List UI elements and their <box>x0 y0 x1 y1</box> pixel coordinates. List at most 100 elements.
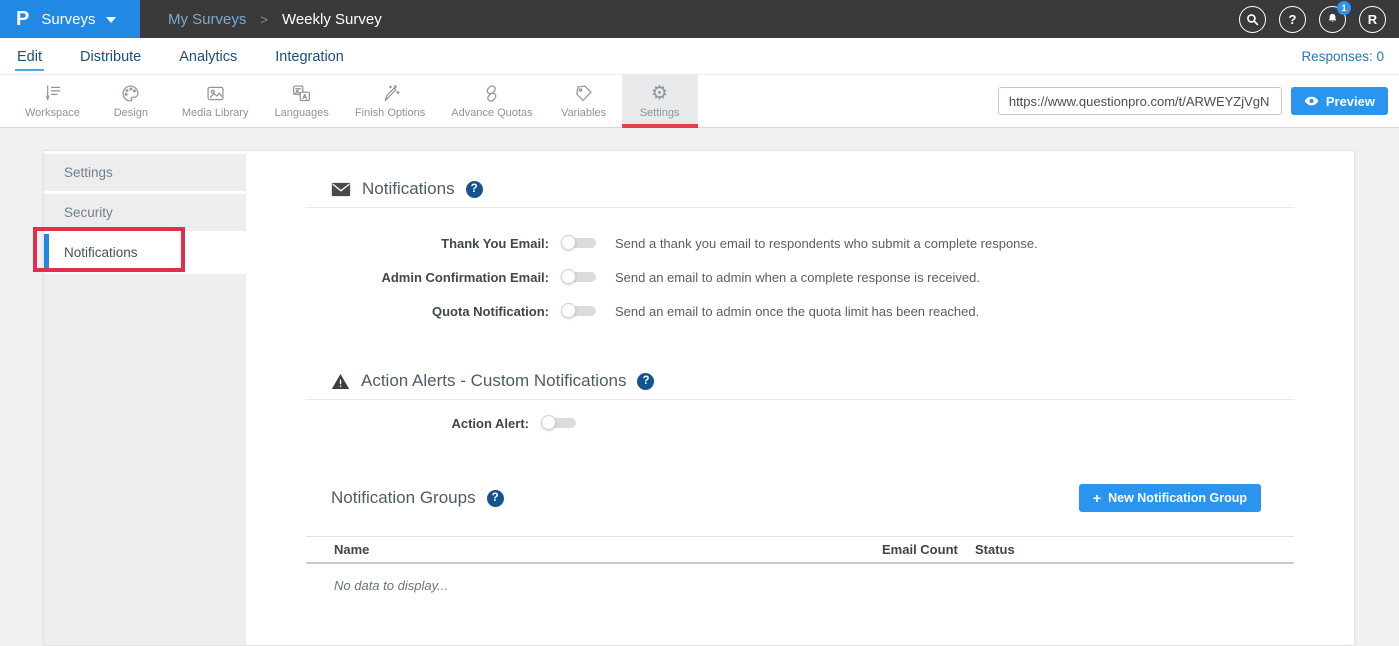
toggle-knob <box>561 235 576 250</box>
toolbar-item-design[interactable]: Design <box>93 75 169 127</box>
toggle-label: Quota Notification: <box>306 304 549 319</box>
toolbar-item-media-library[interactable]: Media Library <box>169 75 262 127</box>
action-alerts-section: Action Alerts - Custom Notifications ? A… <box>306 363 1294 438</box>
toggle-label: Action Alert: <box>306 416 529 431</box>
action-alert-row: Action Alert: <box>306 408 1294 438</box>
toolbar-item-advance-quotas[interactable]: Advance Quotas <box>438 75 545 127</box>
magic-pen-icon <box>380 83 401 104</box>
toolbar-item-label: Advance Quotas <box>451 107 532 119</box>
empty-table-message: No data to display... <box>306 564 1294 593</box>
thank-you-email-toggle[interactable] <box>561 235 597 251</box>
help-icon[interactable]: ? <box>487 490 504 507</box>
toolbar-right: Preview <box>998 75 1399 127</box>
palette-icon <box>120 83 141 104</box>
tab-edit[interactable]: Edit <box>15 41 44 71</box>
notifications-section-header: Notifications ? <box>306 171 1294 207</box>
question-mark-icon: ? <box>1289 12 1297 27</box>
table-header-row: Name Email Count Status <box>306 536 1294 564</box>
column-header-email-count: Email Count <box>882 542 975 557</box>
toggle-description: Send an email to admin once the quota li… <box>615 304 979 319</box>
toggle-knob <box>561 269 576 284</box>
topbar-actions: ? 1 R <box>1239 6 1399 33</box>
column-header-name: Name <box>334 542 882 557</box>
edit-toolbar: Workspace Design Media Library Languages… <box>0 75 1399 128</box>
tab-analytics[interactable]: Analytics <box>177 41 239 71</box>
toolbar-item-variables[interactable]: Variables <box>546 75 622 127</box>
settings-content: Settings Security Notifications Notifica… <box>0 128 1399 626</box>
toolbar-item-settings[interactable]: ⚙ Settings <box>622 75 698 127</box>
help-button[interactable]: ? <box>1279 6 1306 33</box>
notification-groups-header: Notification Groups ? + New Notification… <box>306 484 1294 512</box>
toolbar-item-label: Languages <box>274 107 328 119</box>
notifications-button[interactable]: 1 <box>1319 6 1346 33</box>
notifications-panel: Notifications ? Thank You Email: Send a … <box>246 151 1354 645</box>
chevron-down-icon <box>106 17 116 23</box>
avatar-initial: R <box>1368 12 1377 27</box>
user-avatar[interactable]: R <box>1359 6 1386 33</box>
brand-area[interactable]: P Surveys <box>0 0 140 38</box>
sidebar-item-label: Notifications <box>64 245 138 260</box>
toolbar-item-label: Variables <box>561 107 606 119</box>
toggle-description: Send an email to admin when a complete r… <box>615 270 980 285</box>
settings-card: Settings Security Notifications Notifica… <box>43 150 1355 646</box>
thank-you-email-row: Thank You Email: Send a thank you email … <box>306 226 1294 260</box>
bell-icon <box>1326 12 1339 26</box>
toolbar-item-label: Design <box>114 107 148 119</box>
toggle-label: Thank You Email: <box>306 236 549 251</box>
preview-button-label: Preview <box>1326 94 1375 109</box>
help-icon[interactable]: ? <box>466 181 483 198</box>
section-title: Action Alerts - Custom Notifications <box>361 371 626 391</box>
settings-sidebar: Settings Security Notifications <box>44 151 246 645</box>
image-icon <box>205 83 226 104</box>
toolbar-item-languages[interactable]: Languages <box>261 75 341 127</box>
toolbar-item-label: Workspace <box>25 107 80 119</box>
preview-button[interactable]: Preview <box>1291 87 1388 115</box>
sidebar-item-notifications[interactable]: Notifications <box>44 234 246 271</box>
toggle-knob <box>561 303 576 318</box>
responses-count[interactable]: Responses: 0 <box>1301 49 1384 64</box>
top-bar: P Surveys My Surveys > Weekly Survey ? 1… <box>0 0 1399 38</box>
search-button[interactable] <box>1239 6 1266 33</box>
breadcrumb-parent-link[interactable]: My Surveys <box>168 11 246 28</box>
toolbar-item-label: Settings <box>640 107 680 119</box>
action-alert-rows: Action Alert: <box>306 400 1294 438</box>
eye-icon <box>1304 95 1319 107</box>
toolbar-item-workspace[interactable]: Workspace <box>12 75 93 127</box>
toolbar-item-label: Finish Options <box>355 107 425 119</box>
sidebar-item-security[interactable]: Security <box>44 194 246 231</box>
survey-url-input[interactable] <box>998 87 1282 115</box>
sidebar-filler <box>44 274 246 645</box>
tab-integration[interactable]: Integration <box>273 41 346 71</box>
section-title: Notifications <box>362 179 455 199</box>
notification-groups-title-wrap: Notification Groups ? <box>306 488 504 508</box>
admin-confirmation-email-row: Admin Confirmation Email: Send an email … <box>306 260 1294 294</box>
column-header-status: Status <box>975 542 1015 557</box>
sidebar-item-label: Settings <box>64 165 113 180</box>
toggle-label: Admin Confirmation Email: <box>306 270 549 285</box>
breadcrumb: My Surveys > Weekly Survey <box>168 11 382 28</box>
help-icon[interactable]: ? <box>637 373 654 390</box>
tag-icon <box>573 83 594 104</box>
product-menu-label: Surveys <box>41 11 95 28</box>
plus-icon: + <box>1093 490 1101 506</box>
toggle-knob <box>541 415 556 430</box>
gear-icon: ⚙ <box>651 83 668 104</box>
new-notification-group-label: New Notification Group <box>1108 491 1247 505</box>
toolbar-item-finish-options[interactable]: Finish Options <box>342 75 438 127</box>
sidebar-item-settings[interactable]: Settings <box>44 154 246 191</box>
breadcrumb-separator: > <box>260 12 268 27</box>
quota-notification-toggle[interactable] <box>561 303 597 319</box>
toolbar-item-label: Media Library <box>182 107 249 119</box>
admin-confirmation-email-toggle[interactable] <box>561 269 597 285</box>
action-alert-toggle[interactable] <box>541 415 577 431</box>
questionpro-logo-icon: P <box>16 8 29 31</box>
tab-distribute[interactable]: Distribute <box>78 41 143 71</box>
new-notification-group-button[interactable]: + New Notification Group <box>1079 484 1261 512</box>
notification-toggle-rows: Thank You Email: Send a thank you email … <box>306 208 1294 328</box>
notification-groups-table: Name Email Count Status No data to displ… <box>306 536 1294 593</box>
breadcrumb-current: Weekly Survey <box>282 11 382 28</box>
sidebar-item-label: Security <box>64 205 113 220</box>
action-alerts-section-header: Action Alerts - Custom Notifications ? <box>306 363 1294 399</box>
notification-count-badge: 1 <box>1337 1 1351 15</box>
search-icon <box>1246 13 1259 26</box>
